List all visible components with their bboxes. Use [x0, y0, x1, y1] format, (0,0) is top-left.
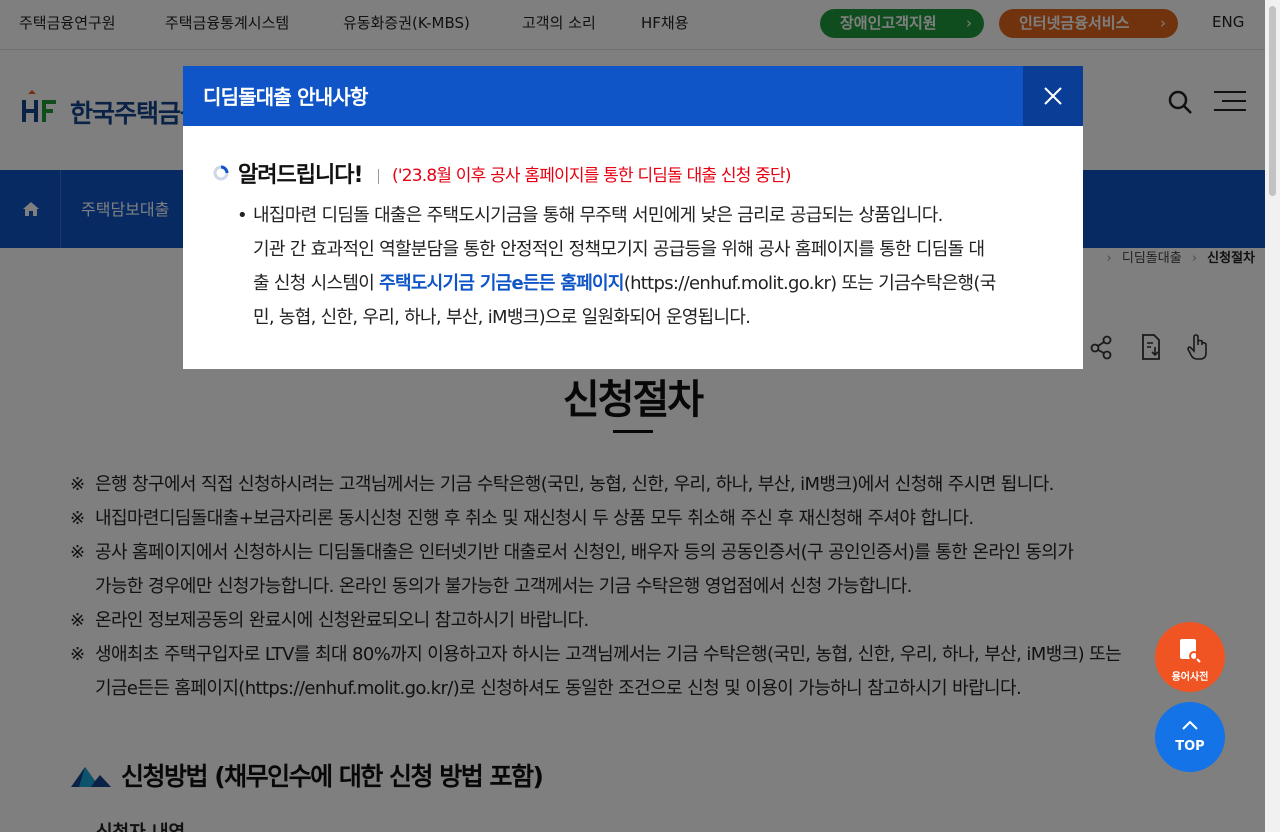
notice-modal: 디딤돌대출 안내사항 알려드립니다! ('23.8월 이후 공사 홈페이지를 통…	[183, 66, 1083, 369]
glossary-label: 용어사전	[1171, 672, 1209, 683]
modal-body: • 내집마련 디딤돌 대출은 주택도시기금을 통해 무주택 서민에게 낮은 금리…	[237, 199, 1053, 335]
modal-line: 민, 농협, 신한, 우리, 하나, 부산, iM뱅크)으로 일원화되어 운영됩…	[253, 307, 751, 328]
glossary-book-icon	[1180, 639, 1201, 663]
divider	[378, 169, 379, 184]
modal-line: 출 신청 시스템이 주택도시기금 기금e든든 홈페이지(https://enhu…	[253, 267, 1053, 301]
modal-header: 디딤돌대출 안내사항	[183, 66, 1083, 126]
notice-heading: 알려드립니다!	[238, 163, 363, 188]
close-icon	[1044, 87, 1062, 105]
modal-close-button[interactable]	[1023, 66, 1083, 126]
modal-line: 내집마련 디딤돌 대출은 주택도시기금을 통해 무주택 서민에게 낮은 금리로 …	[253, 205, 943, 226]
bullet-dot: •	[237, 205, 248, 226]
notice-alert-text: ('23.8월 이후 공사 홈페이지를 통한 디딤돌 대출 신청 중단)	[392, 166, 791, 186]
scroll-top-button[interactable]: TOP	[1155, 702, 1225, 772]
scroll-top-label: TOP	[1175, 739, 1205, 754]
glossary-button[interactable]: 용어사전	[1155, 622, 1225, 692]
modal-line: 기관 간 효과적인 역할분담을 통한 안정적인 정책모기지 공급등을 위해 공사…	[253, 239, 985, 260]
page-scrollbar[interactable]	[1265, 0, 1280, 832]
fund-homepage-link[interactable]: 주택도시기금 기금e든든 홈페이지	[379, 273, 624, 294]
notice-bullet-icon	[213, 165, 229, 181]
modal-line-text: (https://enhuf.molit.go.kr) 또는 기금수탁은행(국	[623, 273, 997, 294]
scrollbar-thumb[interactable]	[1269, 6, 1276, 196]
modal-line-text: 출 신청 시스템이	[253, 273, 380, 294]
chevron-up-icon	[1182, 720, 1198, 730]
modal-title: 디딤돌대출 안내사항	[203, 85, 368, 109]
